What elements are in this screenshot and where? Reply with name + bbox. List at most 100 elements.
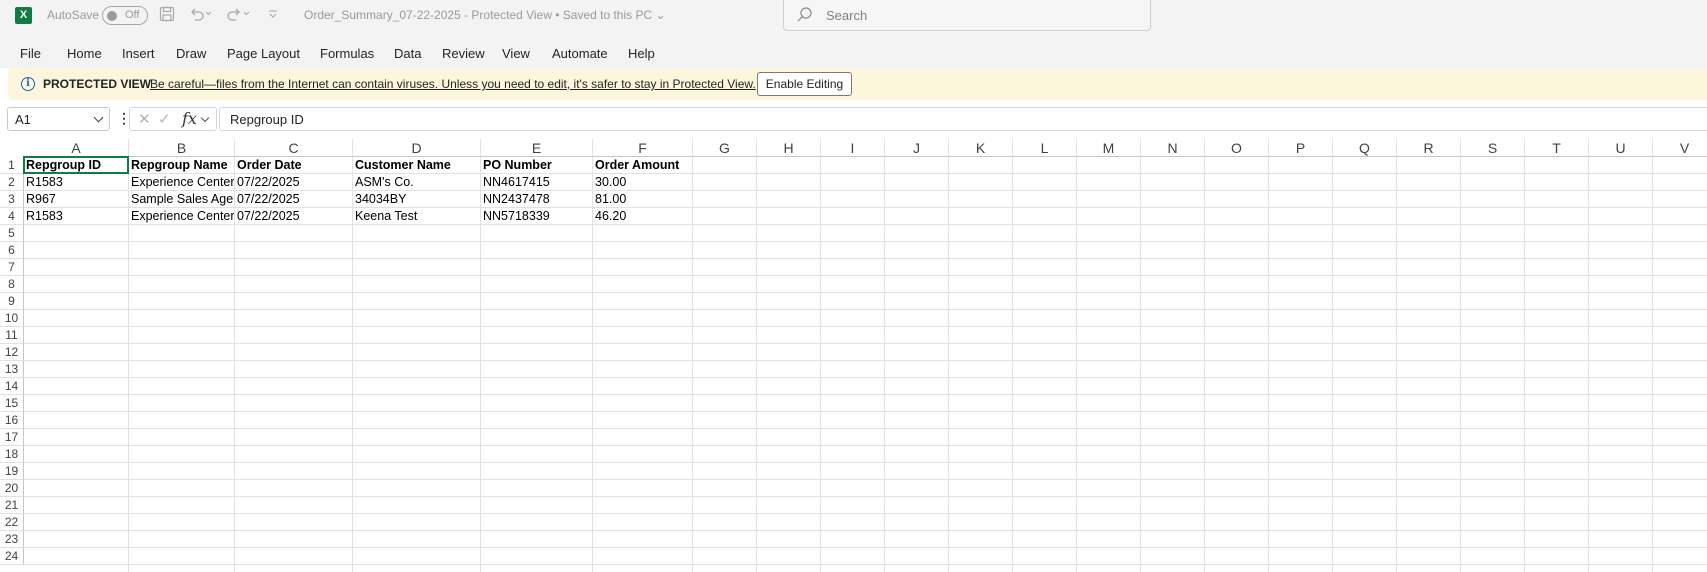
row-header-4[interactable]: 4: [0, 208, 24, 225]
data-cell[interactable]: NN4617415: [481, 174, 592, 191]
column-header-u[interactable]: U: [1589, 139, 1653, 157]
data-cell[interactable]: 34034BY: [353, 191, 480, 208]
redo-icon[interactable]: [226, 6, 250, 26]
column-header-n[interactable]: N: [1141, 139, 1205, 157]
row-header-10[interactable]: 10: [0, 310, 24, 327]
data-cell[interactable]: 81.00: [593, 191, 692, 208]
data-cell[interactable]: 30.00: [593, 174, 692, 191]
data-cell[interactable]: 07/22/2025: [235, 174, 352, 191]
protected-view-message-link[interactable]: Be careful—files from the Internet can c…: [150, 77, 756, 91]
cell-area[interactable]: Repgroup ID Repgroup Name Order Date Custom…: [23, 156, 1707, 572]
save-icon[interactable]: [159, 6, 175, 26]
data-cell[interactable]: Keena Test: [353, 208, 480, 225]
row-header-21[interactable]: 21: [0, 497, 24, 514]
column-header-q[interactable]: Q: [1333, 139, 1397, 157]
row-header-5[interactable]: 5: [0, 225, 24, 242]
column-header-h[interactable]: H: [757, 139, 821, 157]
data-cell[interactable]: 07/22/2025: [235, 208, 352, 225]
row-header-6[interactable]: 6: [0, 242, 24, 259]
column-header-r[interactable]: R: [1397, 139, 1461, 157]
column-header-f[interactable]: F: [593, 139, 693, 157]
column-header-m[interactable]: M: [1077, 139, 1141, 157]
header-cell[interactable]: PO Number: [481, 157, 592, 174]
enable-editing-button[interactable]: Enable Editing: [757, 72, 852, 96]
row-header-9[interactable]: 9: [0, 293, 24, 310]
data-cell[interactable]: NN5718339: [481, 208, 592, 225]
autosave-toggle[interactable]: Off: [102, 6, 148, 25]
column-header-l[interactable]: L: [1013, 139, 1077, 157]
row-header-24[interactable]: 24: [0, 548, 24, 565]
column-header-i[interactable]: I: [821, 139, 885, 157]
column-header-a[interactable]: A: [24, 139, 129, 157]
row-header-12[interactable]: 12: [0, 344, 24, 361]
data-cell[interactable]: Sample Sales Agency: [129, 191, 234, 208]
row-header-2[interactable]: 2: [0, 174, 24, 191]
column-header-o[interactable]: O: [1205, 139, 1269, 157]
gridline-horizontal: [24, 411, 1707, 412]
undo-icon[interactable]: [188, 6, 212, 26]
row-header-18[interactable]: 18: [0, 446, 24, 463]
column-header-j[interactable]: J: [885, 139, 949, 157]
tab-file[interactable]: File: [20, 46, 41, 61]
column-header-p[interactable]: P: [1269, 139, 1333, 157]
tab-review[interactable]: Review: [442, 46, 485, 61]
data-cell[interactable]: R967: [24, 191, 128, 208]
data-cell[interactable]: R1583: [24, 208, 128, 225]
data-cell[interactable]: Experience Center: [129, 174, 234, 191]
tab-home[interactable]: Home: [67, 46, 102, 61]
row-header-14[interactable]: 14: [0, 378, 24, 395]
column-header-c[interactable]: C: [235, 139, 353, 157]
tab-automate[interactable]: Automate: [552, 46, 608, 61]
column-header-s[interactable]: S: [1461, 139, 1525, 157]
row-header-8[interactable]: 8: [0, 276, 24, 293]
row-header-22[interactable]: 22: [0, 514, 24, 531]
check-icon[interactable]: ✓: [158, 110, 171, 128]
header-cell[interactable]: Customer Name: [353, 157, 480, 174]
data-cell[interactable]: Experience Center: [129, 208, 234, 225]
chevron-down-icon[interactable]: [200, 113, 210, 123]
row-header-19[interactable]: 19: [0, 463, 24, 480]
column-header-v[interactable]: V: [1653, 139, 1707, 157]
row-header-17[interactable]: 17: [0, 429, 24, 446]
document-title[interactable]: Order_Summary_07-22-2025 - Protected Vie…: [304, 8, 666, 22]
cancel-icon[interactable]: ✕: [138, 110, 151, 128]
row-header-7[interactable]: 7: [0, 259, 24, 276]
header-cell[interactable]: Repgroup Name: [129, 157, 234, 174]
tab-formulas[interactable]: Formulas: [320, 46, 374, 61]
search-box[interactable]: Search: [783, 0, 1151, 31]
row-header-3[interactable]: 3: [0, 191, 24, 208]
tab-insert[interactable]: Insert: [122, 46, 155, 61]
tab-page-layout[interactable]: Page Layout: [227, 46, 300, 61]
insert-function-icon[interactable]: fx: [182, 109, 197, 128]
header-cell[interactable]: Order Amount: [593, 157, 692, 174]
tab-data[interactable]: Data: [394, 46, 421, 61]
column-header-k[interactable]: K: [949, 139, 1013, 157]
formula-input[interactable]: Repgroup ID: [219, 107, 1707, 131]
gridline-vertical: [1140, 157, 1141, 572]
column-header-e[interactable]: E: [481, 139, 593, 157]
data-cell[interactable]: ASM's Co.: [353, 174, 480, 191]
column-header-g[interactable]: G: [693, 139, 757, 157]
data-cell[interactable]: 07/22/2025: [235, 191, 352, 208]
data-cell[interactable]: R1583: [24, 174, 128, 191]
row-header-1[interactable]: 1: [0, 157, 24, 174]
tab-draw[interactable]: Draw: [176, 46, 206, 61]
row-header-16[interactable]: 16: [0, 412, 24, 429]
tab-help[interactable]: Help: [628, 46, 655, 61]
column-header-b[interactable]: B: [129, 139, 235, 157]
select-all-corner[interactable]: [0, 139, 24, 157]
data-cell[interactable]: 46.20: [593, 208, 692, 225]
row-header-20[interactable]: 20: [0, 480, 24, 497]
header-cell[interactable]: Order Date: [235, 157, 352, 174]
row-header-23[interactable]: 23: [0, 531, 24, 548]
column-header-t[interactable]: T: [1525, 139, 1589, 157]
chevron-down-icon[interactable]: [93, 112, 104, 123]
row-header-11[interactable]: 11: [0, 327, 24, 344]
tab-view[interactable]: View: [502, 46, 530, 61]
customize-toolbar-icon[interactable]: [268, 6, 278, 26]
row-header-15[interactable]: 15: [0, 395, 24, 412]
column-header-d[interactable]: D: [353, 139, 481, 157]
name-box[interactable]: A1: [7, 107, 110, 131]
row-header-13[interactable]: 13: [0, 361, 24, 378]
data-cell[interactable]: NN2437478: [481, 191, 592, 208]
